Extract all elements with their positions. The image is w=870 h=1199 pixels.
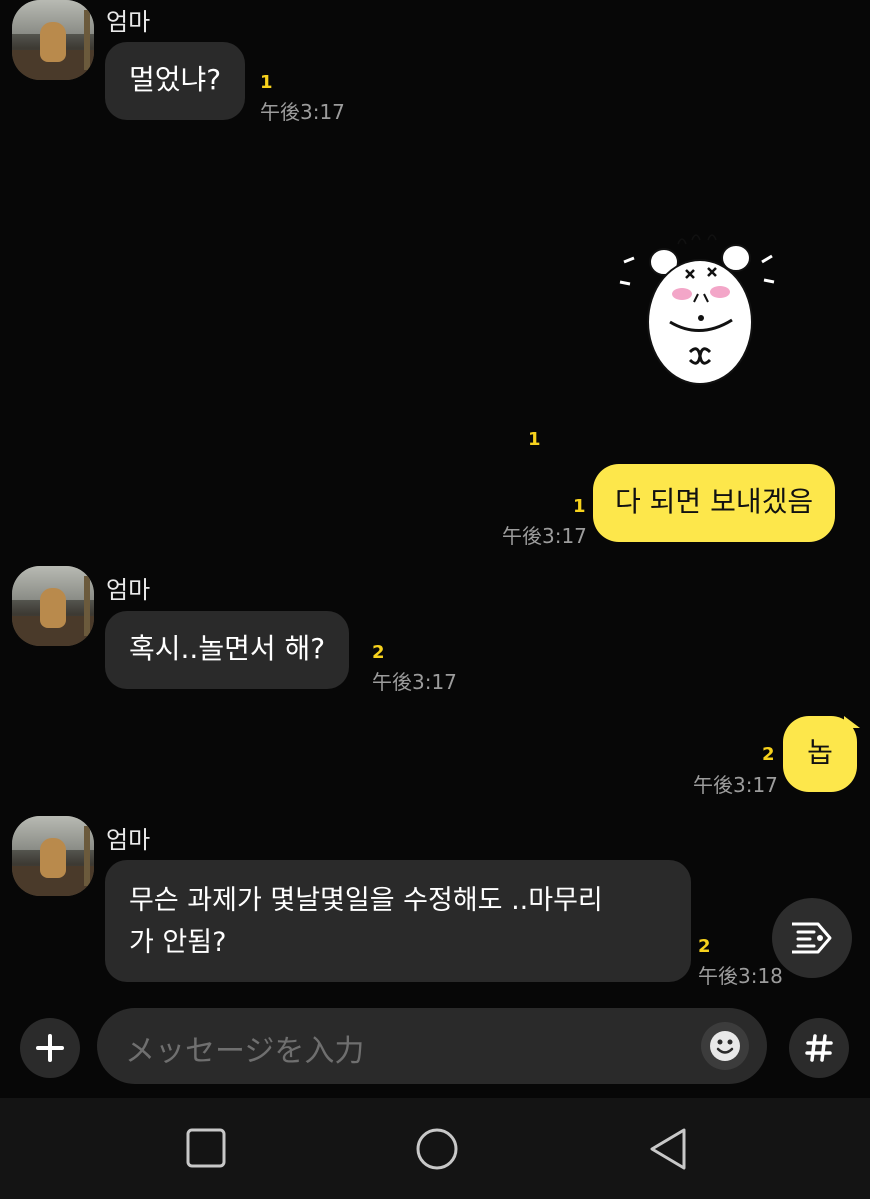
avatar[interactable] — [12, 566, 94, 646]
navigation-bar — [0, 1098, 870, 1199]
back-button[interactable] — [648, 1127, 688, 1171]
unread-count: 2 — [762, 744, 775, 765]
avatar[interactable] — [12, 0, 94, 80]
chat-summary-icon — [792, 922, 832, 954]
hashtag-icon — [805, 1034, 833, 1062]
sender-name: 엄마 — [106, 826, 151, 854]
recents-button[interactable] — [186, 1128, 226, 1168]
message-time: 午後3:18 — [698, 964, 783, 988]
incoming-message-bubble[interactable]: 혹시..놀면서 해? — [105, 611, 350, 689]
message-input[interactable]: メッセージを入力 — [97, 1008, 767, 1084]
message-time: 午後3:17 — [502, 524, 587, 548]
circle-icon — [416, 1128, 458, 1170]
plus-button[interactable] — [20, 1018, 80, 1078]
home-button[interactable] — [415, 1127, 459, 1171]
unread-count: 2 — [698, 936, 711, 957]
square-icon — [186, 1128, 226, 1168]
emoji-button[interactable] — [701, 1022, 749, 1070]
message-text: 놉 — [807, 736, 833, 769]
sender-name: 엄마 — [106, 8, 151, 36]
hashtag-button[interactable] — [789, 1018, 849, 1078]
plus-icon — [36, 1034, 64, 1062]
message-text-line: 무슨 과제가 몇날몇일을 수정해도 ..마무리 — [129, 885, 603, 916]
incoming-message-bubble[interactable]: 멀었냐? — [105, 42, 246, 120]
unread-count: 1 — [573, 496, 586, 517]
triangle-back-icon — [650, 1128, 686, 1170]
message-text: 혹시..놀면서 해? — [129, 632, 326, 665]
message-time: 午後3:17 — [693, 773, 778, 797]
sender-name: 엄마 — [106, 576, 151, 604]
unread-count: 1 — [528, 429, 541, 450]
avatar[interactable] — [12, 816, 94, 896]
outgoing-message-bubble[interactable]: 다 되면 보내겠음 — [593, 464, 836, 542]
message-time: 午後3:17 — [260, 100, 345, 124]
bubble-tail — [844, 716, 860, 728]
message-text: 다 되면 보내겠음 — [615, 485, 814, 518]
unread-count: 1 — [260, 72, 273, 93]
emoji-smile-icon — [710, 1031, 740, 1061]
hamster-sticker[interactable] — [612, 222, 782, 394]
message-time: 午後3:17 — [372, 670, 457, 694]
message-text: 멀었냐? — [129, 63, 222, 96]
input-placeholder: メッセージを入力 — [125, 1034, 365, 1069]
unread-count: 2 — [372, 642, 385, 663]
incoming-message-bubble[interactable]: 무슨 과제가 몇날몇일을 수정해도 ..마무리 가 안됨? — [105, 860, 691, 982]
message-text-line: 가 안됨? — [129, 927, 227, 958]
chat-summary-button[interactable] — [772, 898, 852, 978]
